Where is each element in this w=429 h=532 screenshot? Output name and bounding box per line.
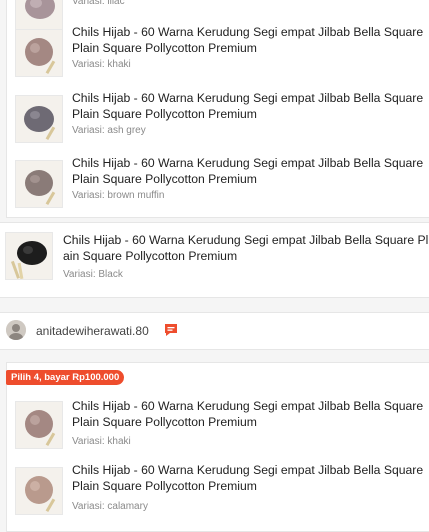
product-title: Chils Hijab - 60 Warna Kerudung Segi emp… (72, 91, 424, 121)
product-title: Chils Hijab - 60 Warna Kerudung Segi emp… (72, 156, 424, 186)
seller-username[interactable]: anitadewiherawati.80 (36, 324, 149, 338)
product-thumbnail (15, 401, 63, 449)
variant-label: Variasi: Black (63, 269, 123, 280)
variant-label: Variasi: lilac (72, 0, 125, 7)
order-item[interactable]: Chils Hijab - 60 Warna Kerudung Segi emp… (7, 156, 429, 224)
product-thumbnail (15, 95, 63, 143)
product-thumbnail (5, 232, 53, 280)
avatar[interactable] (6, 320, 26, 340)
variant-label: Variasi: ash grey (72, 125, 146, 136)
product-thumbnail (15, 0, 63, 31)
order-group-card-2: Chils Hijab - 60 Warna Kerudung Segi emp… (6, 362, 429, 532)
bundle-promo-badge: Pilih 4, bayar Rp100.000 (6, 370, 125, 385)
variant-label: Variasi: khaki (72, 59, 131, 70)
variant-label: Variasi: brown muffin (72, 190, 165, 201)
seller-row[interactable]: anitadewiherawati.80 (0, 312, 429, 350)
variant-label: Variasi: khaki (72, 436, 131, 447)
product-title: Chils Hijab - 60 Warna Kerudung Segi emp… (72, 463, 424, 493)
order-group-card-1: Variasi: lilac Chils Hijab - 60 Warna Ke… (6, 0, 429, 218)
order-group-card-standalone: Chils Hijab - 60 Warna Kerudung Segi emp… (0, 222, 429, 298)
product-title: Chils Hijab - 60 Warna Kerudung Segi emp… (72, 399, 424, 429)
order-item[interactable]: Chils Hijab - 60 Warna Kerudung Segi emp… (0, 232, 429, 296)
order-item[interactable]: Chils Hijab - 60 Warna Kerudung Segi emp… (7, 399, 429, 465)
order-item[interactable]: Chils Hijab - 60 Warna Kerudung Segi emp… (7, 91, 429, 159)
variant-label: Variasi: calamary (72, 501, 148, 512)
product-title: Chils Hijab - 60 Warna Kerudung Segi emp… (63, 233, 429, 263)
chat-icon[interactable] (164, 323, 178, 337)
product-title: Chils Hijab - 60 Warna Kerudung Segi emp… (72, 25, 424, 55)
order-item[interactable]: Chils Hijab - 60 Warna Kerudung Segi emp… (7, 25, 429, 93)
product-thumbnail (15, 467, 63, 515)
order-item[interactable]: Chils Hijab - 60 Warna Kerudung Segi emp… (7, 463, 429, 531)
product-thumbnail (15, 29, 63, 77)
product-thumbnail (15, 160, 63, 208)
